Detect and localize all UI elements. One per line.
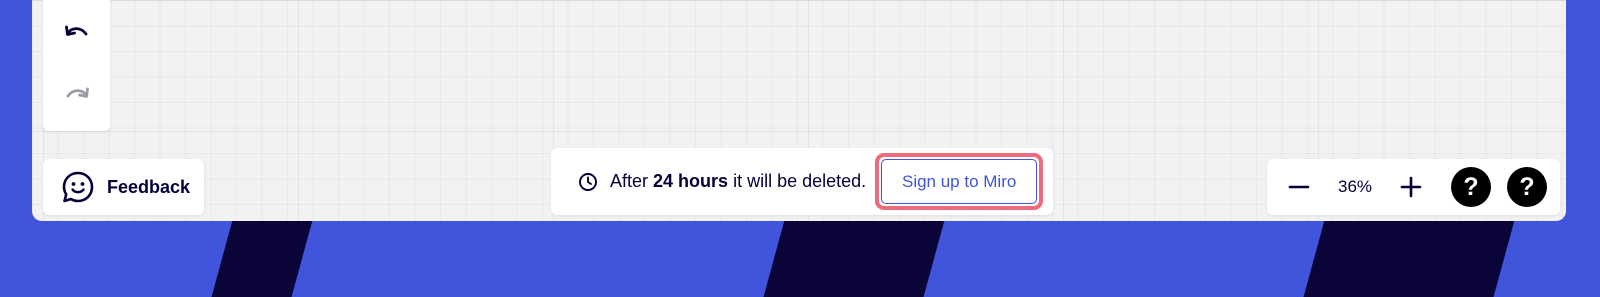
help-button[interactable]: ? [1451, 167, 1491, 207]
signup-button[interactable]: Sign up to Miro [881, 159, 1038, 204]
minus-icon [1288, 185, 1310, 189]
zoom-out-button[interactable] [1277, 165, 1321, 209]
undo-button[interactable] [53, 10, 101, 58]
deletion-notice-text: After 24 hours it will be deleted. [610, 171, 866, 192]
undo-icon [64, 25, 87, 36]
zoom-controls: 36% ? ? [1267, 159, 1560, 215]
notice-suffix: it will be deleted. [733, 171, 867, 191]
redo-button[interactable] [53, 72, 101, 120]
redo-icon [66, 87, 89, 98]
undo-redo-toolbar [43, 0, 110, 131]
zoom-level[interactable]: 36% [1321, 177, 1389, 197]
feedback-label: Feedback [107, 176, 191, 197]
plus-icon [1400, 176, 1422, 198]
signup-highlight: Sign up to Miro [875, 153, 1044, 210]
zoom-in-button[interactable] [1389, 165, 1433, 209]
notice-duration: 24 hours [653, 171, 729, 191]
notice-prefix: After [610, 171, 649, 191]
clock-icon [578, 172, 598, 192]
smiley-chat-icon [62, 171, 94, 203]
feedback-button[interactable]: Feedback [43, 159, 204, 215]
deletion-notice: After 24 hours it will be deleted. Sign … [551, 148, 1053, 215]
help-button-secondary[interactable]: ? [1507, 167, 1547, 207]
